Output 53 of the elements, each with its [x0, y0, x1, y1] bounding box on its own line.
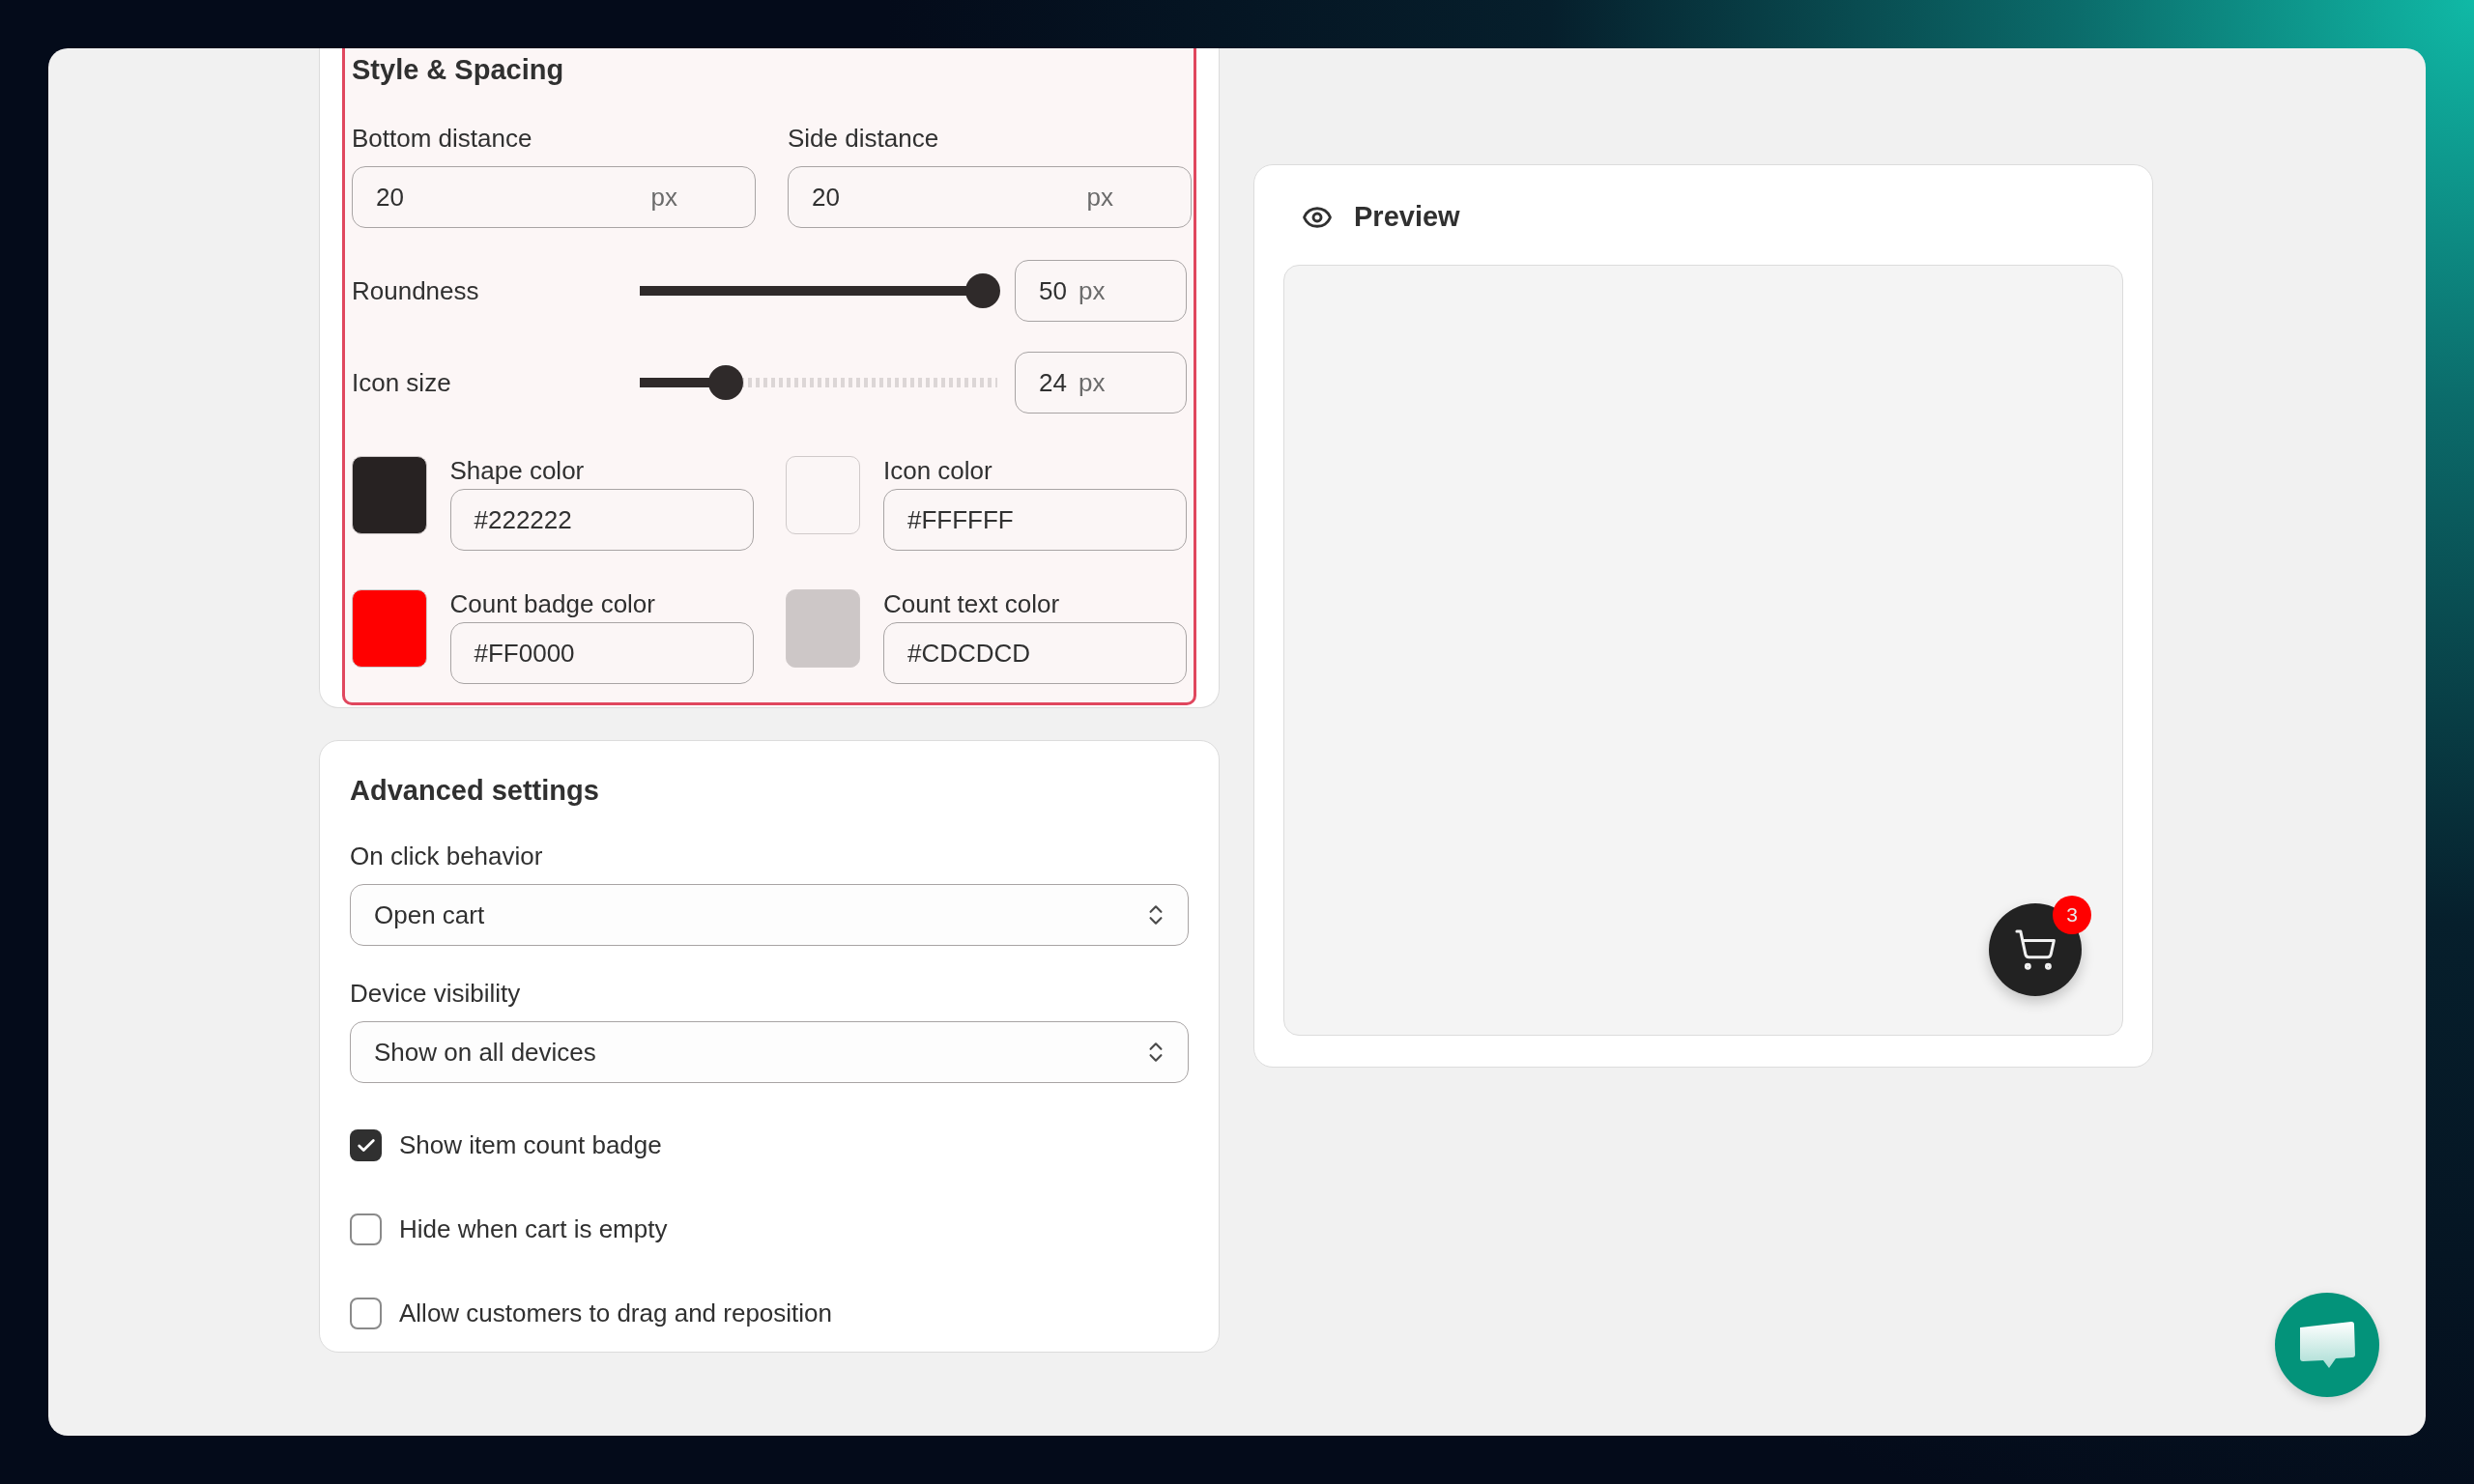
- unit-label: px: [1086, 181, 1113, 214]
- unit-label: px: [1078, 274, 1106, 307]
- number-input[interactable]: 50 px: [1015, 260, 1187, 322]
- number-input[interactable]: 20 px: [352, 166, 756, 228]
- input-value: 20: [376, 181, 404, 214]
- color-swatch[interactable]: [785, 456, 860, 534]
- color-label: Shape color: [449, 458, 586, 483]
- number-input[interactable]: 24 px: [1015, 352, 1187, 414]
- select-field[interactable]: Show on all devices: [350, 1021, 1189, 1083]
- color-swatch[interactable]: [352, 589, 427, 668]
- checkbox-label: Allow customers to drag and reposition: [399, 1298, 832, 1329]
- input-value: #FF0000: [474, 637, 575, 670]
- checkbox-label: Show item count badge: [399, 1129, 662, 1161]
- input-value: #CDCDCD: [907, 637, 1031, 670]
- field-label: Bottom distance: [352, 124, 533, 153]
- slider-thumb[interactable]: [707, 365, 743, 400]
- section-title: Advanced settings: [350, 774, 600, 807]
- color-input[interactable]: #FFFFFF: [883, 489, 1187, 551]
- color-swatch[interactable]: [785, 589, 860, 668]
- slider-label: Icon size: [352, 366, 452, 399]
- number-input[interactable]: 20 px: [788, 166, 1192, 228]
- color-input[interactable]: #222222: [449, 489, 754, 551]
- input-value: #222222: [474, 503, 572, 536]
- checkbox[interactable]: [350, 1129, 382, 1161]
- floating-cart-button[interactable]: [1989, 902, 2082, 996]
- color-swatch[interactable]: [352, 456, 427, 534]
- select-label: On click behavior: [350, 842, 544, 870]
- speech-bubble-icon: [2297, 1320, 2357, 1370]
- select-value: Open cart: [374, 899, 485, 931]
- input-value: 20: [812, 181, 840, 214]
- checkbox[interactable]: [350, 1213, 382, 1245]
- input-value: 24: [1039, 366, 1067, 399]
- section-title: Style & Spacing: [352, 53, 565, 87]
- count-badge: 3: [2053, 895, 2091, 934]
- select-field[interactable]: Open cart: [350, 884, 1189, 946]
- color-input[interactable]: #CDCDCD: [883, 622, 1187, 684]
- input-value: 50: [1039, 274, 1067, 307]
- slider-thumb[interactable]: [964, 273, 1000, 308]
- checkbox-label: Hide when cart is empty: [399, 1213, 668, 1245]
- slider-label: Roundness: [352, 274, 480, 307]
- color-label: Icon color: [883, 458, 993, 483]
- unit-label: px: [1078, 366, 1106, 399]
- color-label: Count text color: [883, 591, 1061, 616]
- preview-title: Preview: [1354, 200, 1460, 234]
- checkbox[interactable]: [350, 1298, 382, 1329]
- input-value: #FFFFFF: [907, 503, 1014, 536]
- select-label: Device visibility: [350, 979, 522, 1008]
- color-input[interactable]: #FF0000: [449, 622, 754, 684]
- cart-icon: [2013, 927, 2057, 972]
- unit-label: px: [650, 181, 677, 214]
- color-label: Count badge color: [449, 591, 656, 616]
- field-label: Side distance: [788, 124, 940, 153]
- select-value: Show on all devices: [374, 1036, 596, 1069]
